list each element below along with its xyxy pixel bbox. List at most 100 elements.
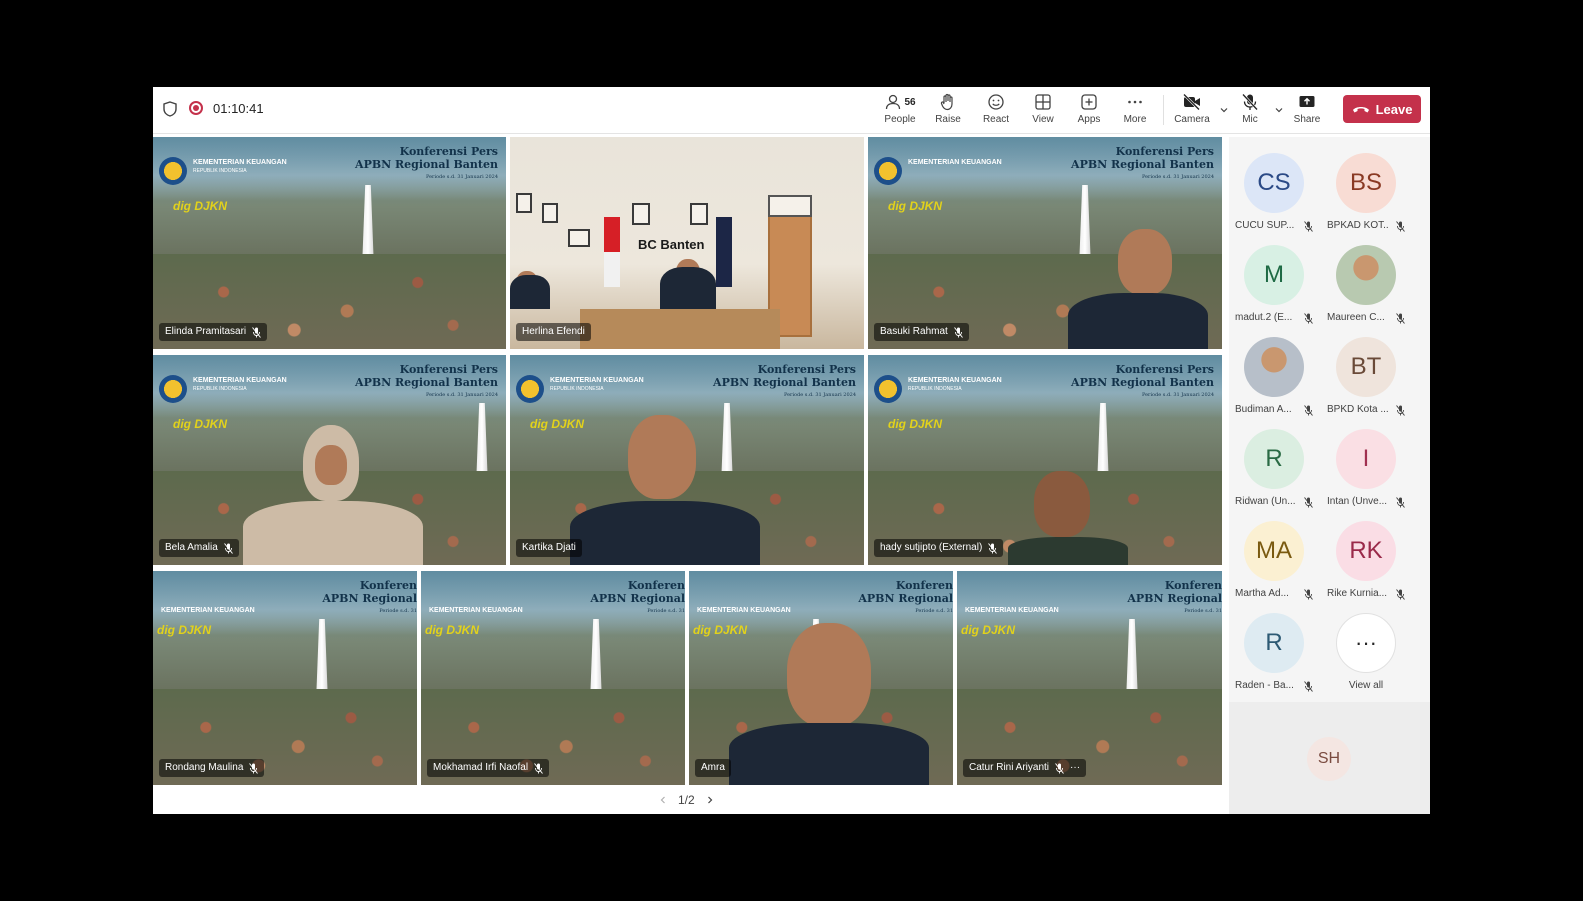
participant-tile[interactable]: BS BPKAD KOT...	[1321, 145, 1413, 237]
avatar	[1244, 337, 1304, 397]
participant-video	[315, 445, 347, 485]
participant-name: Budiman A...	[1235, 404, 1292, 415]
slide-title: Konferensi Pers APBN Regional Banten Perio…	[355, 145, 498, 180]
mic-label: Mic	[1242, 114, 1258, 125]
tile-more-options[interactable]: ···	[1070, 759, 1080, 777]
participant-name: Raden - Ba...	[1235, 680, 1294, 691]
chevron-right-icon[interactable]	[705, 795, 715, 805]
slide-title: Konferensi Pers APBN Regional Banten Perio…	[1071, 363, 1214, 398]
slide-title: Konferen APBN Regional Periode s.d. 31	[590, 579, 685, 614]
view-label: View	[1032, 114, 1054, 125]
slide-org: KEMENTERIAN KEUANGAN	[965, 607, 1059, 614]
people-button[interactable]: 56 People	[880, 91, 920, 131]
avatar: RK	[1336, 521, 1396, 581]
video-tile[interactable]: KEMENTERIAN KEUANGAN REPUBLIK INDONESIA …	[868, 355, 1222, 565]
mic-off-icon	[1304, 221, 1313, 232]
hang-up-icon	[1352, 107, 1369, 113]
camera-button[interactable]: Camera	[1170, 91, 1214, 131]
share-screen-icon	[1299, 96, 1315, 107]
mic-off-icon	[1396, 589, 1405, 600]
participant-video	[243, 501, 423, 565]
share-button[interactable]: Share	[1287, 91, 1327, 131]
participant-tile[interactable]: Maureen C...	[1321, 237, 1413, 329]
mic-off-icon	[1396, 221, 1405, 232]
participant-tile[interactable]: I Intan (Unve...	[1321, 421, 1413, 513]
mic-off-icon	[953, 326, 963, 338]
avatar: I	[1336, 429, 1396, 489]
meeting-timer: 01:10:41	[213, 101, 264, 116]
gallery-pager: 1/2	[658, 793, 715, 807]
more-icon	[1128, 100, 1142, 104]
meeting-toolbar: 01:10:41 56 People Raise React View Apps…	[153, 87, 1430, 134]
participant-tile[interactable]: Mmadut.2 (E...	[1229, 237, 1321, 329]
slide-org: KEMENTERIAN KEUANGAN	[908, 159, 1002, 166]
mic-off-icon	[1396, 405, 1405, 416]
mic-button[interactable]: Mic	[1230, 91, 1270, 131]
participant-tile[interactable]: Budiman A...	[1229, 329, 1321, 421]
participant-tile[interactable]: RK Rike Kurnia...	[1321, 513, 1413, 605]
wall-frame	[568, 229, 590, 247]
mic-options-chevron-icon[interactable]	[1274, 105, 1284, 115]
participant-name-tag: Herlina Efendi	[516, 323, 591, 341]
apps-button[interactable]: Apps	[1069, 91, 1109, 131]
slide-djkn: dig DJKN	[173, 417, 227, 431]
participant-video	[628, 415, 696, 499]
react-button[interactable]: React	[976, 91, 1016, 131]
mic-off-icon	[1242, 93, 1258, 111]
participant-tile[interactable]: R Ridwan (Un...	[1229, 421, 1321, 513]
slide-org-sub: REPUBLIK INDONESIA	[193, 168, 247, 174]
participant-name: Martha Ad...	[1235, 588, 1289, 599]
mic-off-icon	[1304, 681, 1313, 692]
react-label: React	[982, 114, 1010, 125]
slide-djkn: dig DJKN	[961, 623, 1015, 637]
participant-tile[interactable]: R Raden - Ba...	[1229, 605, 1321, 697]
video-tile-speaking[interactable]: KEMENTERIAN KEUANGAN REPUBLIK INDONESIA …	[510, 355, 864, 565]
raise-hand-button[interactable]: Raise	[928, 91, 968, 131]
leave-button[interactable]: Leave	[1343, 95, 1421, 123]
camera-options-chevron-icon[interactable]	[1219, 105, 1229, 115]
participant-name-tag: hady sutjipto (External)	[874, 539, 1004, 557]
video-tile[interactable]: KEMENTERIAN KEUANGAN dig DJKN Konferensi…	[868, 137, 1222, 349]
people-icon	[886, 94, 901, 110]
participant-tile[interactable]: MA Martha Ad...	[1229, 513, 1321, 605]
video-tile[interactable]: KEMENTERIAN KEUANGAN REPUBLIK INDONESIA …	[153, 355, 506, 565]
mic-off-icon	[1304, 405, 1313, 416]
avatar: BT	[1336, 337, 1396, 397]
slide-title: Konferensi Pers APBN Regional Banten Perio…	[1071, 145, 1214, 180]
video-tile[interactable]: KEMENTERIAN KEUANGAN REPUBLIK INDONESIA …	[153, 137, 506, 349]
ministry-logo	[874, 157, 902, 185]
participant-tile[interactable]: BT BPKD Kota ...	[1321, 329, 1413, 421]
video-tile[interactable]: KEMENTERIAN KEUANGAN dig DJKN Konferen AP…	[689, 571, 953, 785]
conference-desk	[580, 309, 780, 349]
slide-title: Konferen APBN Regional Periode s.d. 31	[322, 579, 417, 614]
slide-org: KEMENTERIAN KEUANGAN	[908, 377, 1002, 384]
slide-djkn: dig DJKN	[888, 199, 942, 213]
page-indicator: 1/2	[678, 793, 695, 807]
video-tile[interactable]: KEMENTERIAN KEUANGAN dig DJKN Konferen AP…	[421, 571, 685, 785]
more-button[interactable]: More	[1115, 91, 1155, 131]
slide-org: KEMENTERIAN KEUANGAN	[193, 159, 287, 166]
avatar: MA	[1244, 521, 1304, 581]
view-button[interactable]: View	[1023, 91, 1063, 131]
people-label: People	[884, 114, 916, 125]
view-all-button[interactable]: ··· View all	[1321, 605, 1413, 697]
avatar[interactable]: SH	[1307, 737, 1351, 781]
mic-off-icon	[1304, 313, 1313, 324]
mic-off-icon	[249, 762, 259, 774]
slide-djkn: dig DJKN	[173, 199, 227, 213]
avatar: R	[1244, 429, 1304, 489]
slide-djkn: dig DJKN	[157, 623, 211, 637]
chevron-left-icon[interactable]	[658, 795, 668, 805]
video-tile[interactable]: KEMENTERIAN KEUANGAN dig DJKN Konferen AP…	[153, 571, 417, 785]
participant-name-tag: Mokhamad Irfi Naofal	[427, 759, 550, 777]
video-tile[interactable]: KEMENTERIAN KEUANGAN dig DJKN Konferen AP…	[957, 571, 1222, 785]
video-tile[interactable]: BC Banten Herlina Efendi	[510, 137, 864, 349]
shield-icon[interactable]	[163, 101, 177, 117]
mic-off-icon	[1396, 497, 1405, 508]
slide-title: Konferensi Pers APBN Regional Banten Perio…	[713, 363, 856, 398]
add-app-icon	[1081, 94, 1097, 110]
mic-off-icon	[988, 542, 998, 554]
participant-name-tag: Kartika Djati	[516, 539, 582, 557]
participant-video	[570, 501, 760, 565]
participant-tile[interactable]: CS CUCU SUP...	[1229, 145, 1321, 237]
